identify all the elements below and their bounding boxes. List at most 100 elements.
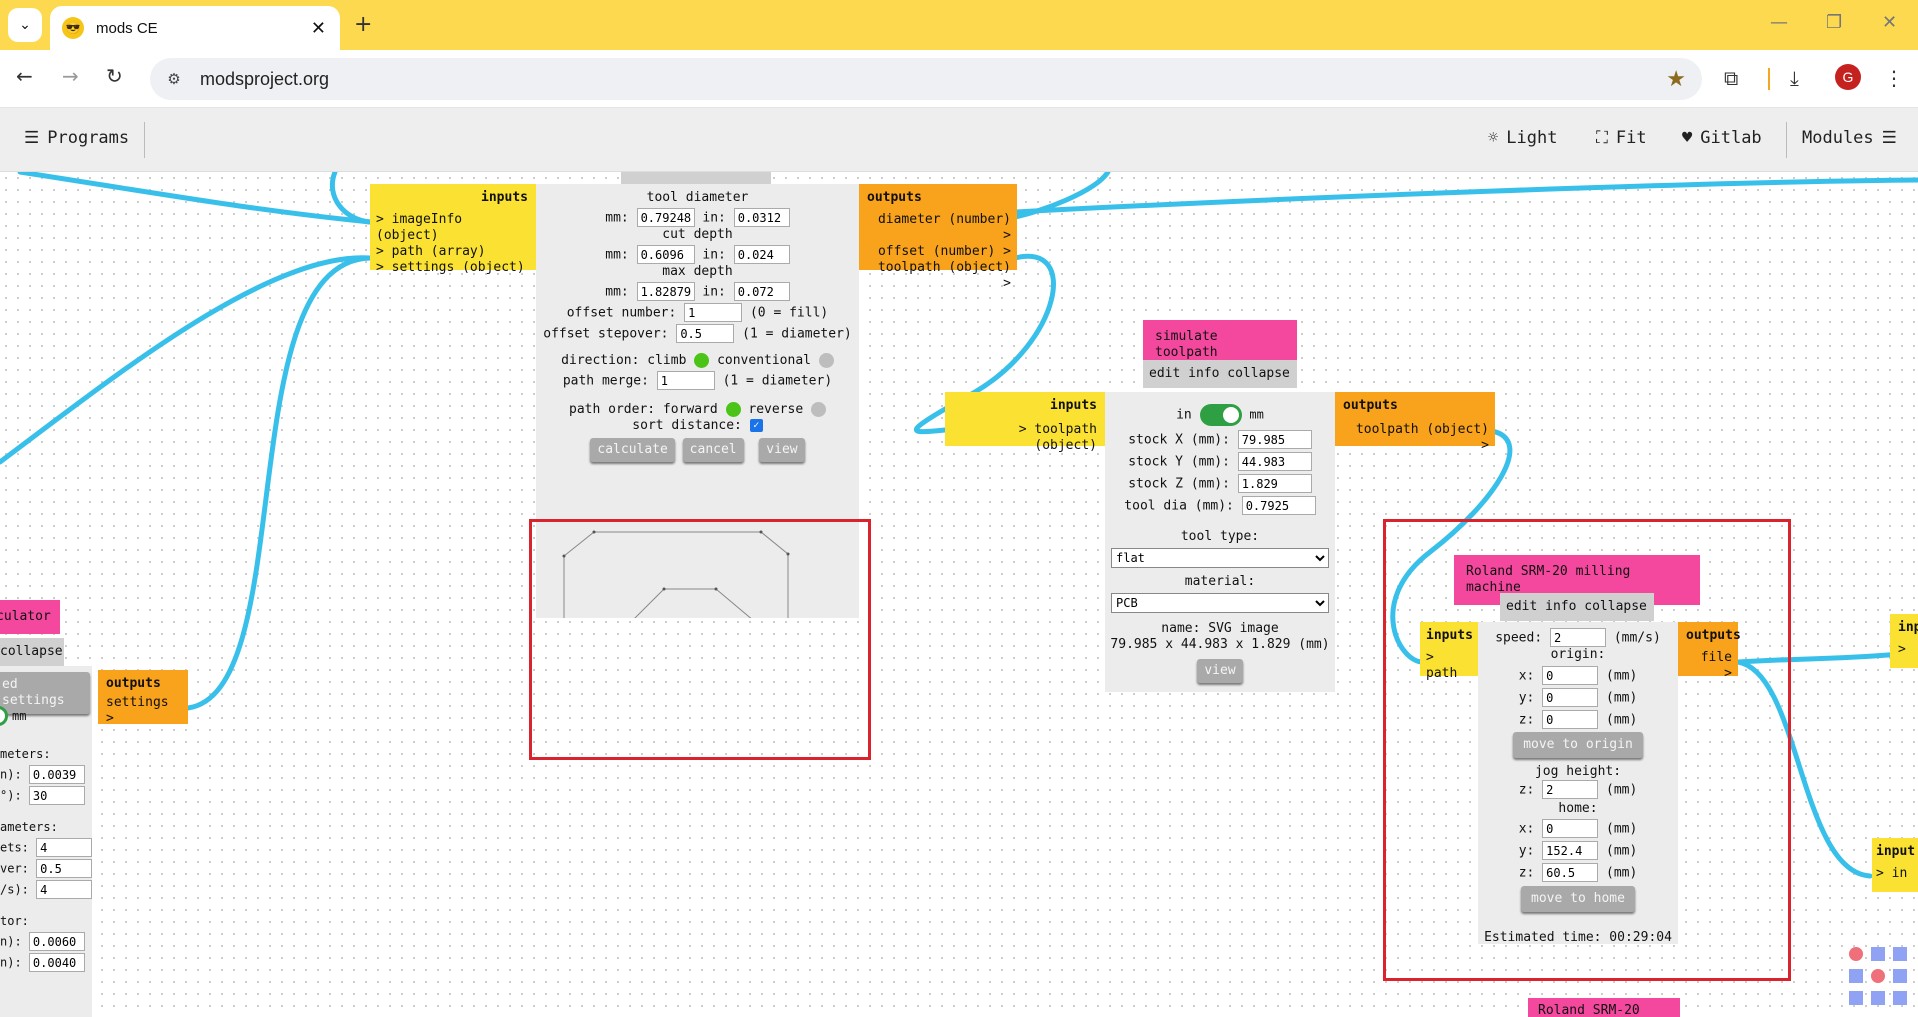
- stock-x-row: stock X (mm):: [1105, 430, 1335, 449]
- back-icon[interactable]: ←: [16, 64, 33, 88]
- sun-icon: ☼: [1488, 128, 1499, 148]
- programs-menu-button[interactable]: ☰ Programs: [24, 128, 129, 148]
- param-row: ets:: [0, 838, 93, 857]
- modules-menu-button[interactable]: Modules ☰: [1802, 128, 1897, 148]
- tool-diameter-mm-input[interactable]: [636, 208, 695, 227]
- input-port[interactable]: >: [1898, 642, 1918, 658]
- close-tab-icon[interactable]: ✕: [311, 18, 326, 39]
- mm-label: mm: [1249, 407, 1264, 422]
- mill-module-outputs: outputs diameter (number) > offset (numb…: [859, 184, 1017, 291]
- input-port-imageinfo[interactable]: > imageInfo (object): [376, 212, 528, 244]
- path-merge-row: path merge: (1 = diameter): [536, 371, 859, 390]
- view-button[interactable]: view: [759, 438, 805, 462]
- unit-toggle[interactable]: [0, 706, 8, 726]
- browser-menu-icon[interactable]: ⋮: [1884, 66, 1904, 90]
- new-tab-icon[interactable]: +: [354, 12, 372, 37]
- path-merge-input[interactable]: [656, 371, 715, 390]
- input-port-settings[interactable]: > settings (object): [376, 260, 528, 276]
- close-window-icon[interactable]: ✕: [1882, 12, 1897, 33]
- program-canvas[interactable]: culator collapse ed settings mm meters: …: [0, 172, 1918, 1017]
- tool-type-select[interactable]: flat: [1111, 548, 1329, 568]
- stock-y-input[interactable]: [1237, 452, 1312, 471]
- stock-y-label: stock Y (mm):: [1128, 454, 1230, 470]
- fit-frame-icon: ⛶: [1596, 128, 1608, 148]
- param-input[interactable]: [28, 765, 85, 784]
- output-port-settings[interactable]: settings >: [106, 695, 182, 727]
- hamburger-icon: ☰: [24, 128, 40, 148]
- max-depth-label: max depth: [662, 264, 733, 279]
- extensions-icon[interactable]: ⧉: [1724, 66, 1738, 90]
- site-settings-icon[interactable]: ⚙: [164, 70, 184, 88]
- output-port-toolpath[interactable]: toolpath (object) >: [1343, 422, 1489, 454]
- simulate-view-button[interactable]: view: [1197, 659, 1243, 683]
- cut-depth-in-input[interactable]: [733, 245, 790, 264]
- param-label: ver:: [0, 861, 29, 876]
- sort-distance-checkbox[interactable]: ✓: [749, 419, 763, 432]
- fit-button[interactable]: ⛶ Fit: [1596, 128, 1647, 148]
- light-theme-button[interactable]: ☼ Light: [1488, 128, 1557, 148]
- rml-module-title[interactable]: Roland SRM-20 RML: [1528, 998, 1680, 1017]
- outputs-header: outputs: [1343, 398, 1398, 413]
- climb-radio[interactable]: [694, 353, 710, 368]
- param-row: ameters:: [0, 819, 92, 836]
- simulate-module-panel: in mm stock X (mm): stock Y (mm): stock …: [1105, 392, 1335, 692]
- param-input[interactable]: [28, 932, 85, 951]
- in-label: in: [1176, 407, 1192, 423]
- tool-dia-row: tool dia (mm):: [1105, 496, 1335, 515]
- stock-x-label: stock X (mm):: [1128, 432, 1230, 448]
- param-row: /s):: [0, 880, 93, 899]
- stock-x-input[interactable]: [1237, 430, 1312, 449]
- input-port-toolpath[interactable]: > toolpath (object): [951, 422, 1097, 454]
- forward-icon[interactable]: →: [62, 64, 79, 88]
- profile-avatar[interactable]: G: [1835, 64, 1861, 90]
- param-input[interactable]: [36, 838, 93, 857]
- param-input[interactable]: [36, 859, 93, 878]
- input-port-path[interactable]: > path (array): [376, 244, 528, 260]
- programs-label: Programs: [47, 128, 130, 148]
- output-port-offset[interactable]: offset (number) >: [867, 244, 1011, 260]
- param-input[interactable]: [28, 953, 85, 972]
- stock-z-row: stock Z (mm):: [1105, 474, 1335, 493]
- restore-icon[interactable]: ❐: [1826, 12, 1842, 33]
- sort-distance-label: sort distance:: [632, 418, 742, 433]
- download-icon[interactable]: ⤓: [1790, 66, 1799, 90]
- unit-toggle[interactable]: [1199, 404, 1242, 426]
- toolbar-separator: [144, 122, 145, 158]
- left-module-title-text: culator: [0, 609, 51, 624]
- path-merge-hint: (1 = diameter): [722, 373, 833, 389]
- minimize-icon[interactable]: —: [1770, 12, 1788, 33]
- param-input[interactable]: [36, 880, 93, 899]
- forward-radio[interactable]: [725, 402, 741, 417]
- param-row: tor:: [0, 913, 92, 930]
- tab-search-button[interactable]: ⌄: [8, 8, 42, 42]
- browser-tab[interactable]: 😎 mods CE ✕: [50, 6, 340, 50]
- mill-module-top-bar: [621, 172, 771, 184]
- settings-button-label: ed settings: [2, 677, 65, 708]
- simulate-edit-info-collapse[interactable]: edit info collapse: [1143, 360, 1297, 388]
- max-depth-in-input[interactable]: [733, 282, 790, 301]
- url-field[interactable]: ⚙ modsproject.org ★: [150, 58, 1702, 100]
- output-port-toolpath[interactable]: toolpath (object) >: [867, 260, 1011, 292]
- left-module-title[interactable]: culator: [0, 600, 60, 634]
- gitlab-button[interactable]: ♥ Gitlab: [1682, 128, 1762, 148]
- cut-depth-mm-input[interactable]: [636, 245, 695, 264]
- calculate-button[interactable]: calculate: [590, 438, 675, 462]
- tool-diameter-in-input[interactable]: [733, 208, 790, 227]
- reverse-radio[interactable]: [811, 402, 826, 417]
- material-select[interactable]: PCB: [1111, 593, 1329, 613]
- offset-number-label: offset number:: [566, 305, 677, 321]
- reload-icon[interactable]: ↻: [106, 64, 123, 88]
- cancel-button[interactable]: cancel: [682, 438, 744, 462]
- param-input[interactable]: [28, 786, 85, 805]
- left-module-edit-collapse[interactable]: collapse: [0, 638, 64, 666]
- conventional-radio[interactable]: [818, 353, 834, 368]
- stock-z-input[interactable]: [1237, 474, 1312, 493]
- offset-stepover-input[interactable]: [676, 324, 735, 343]
- max-depth-mm-input[interactable]: [636, 282, 695, 301]
- output-port-diameter[interactable]: diameter (number) >: [867, 212, 1011, 244]
- tool-dia-input[interactable]: [1241, 496, 1316, 515]
- bookmark-star-icon[interactable]: ★: [1666, 66, 1686, 92]
- input-port-in[interactable]: > in: [1876, 866, 1918, 882]
- offset-number-input[interactable]: [684, 303, 743, 322]
- param-label: meters:: [0, 747, 51, 761]
